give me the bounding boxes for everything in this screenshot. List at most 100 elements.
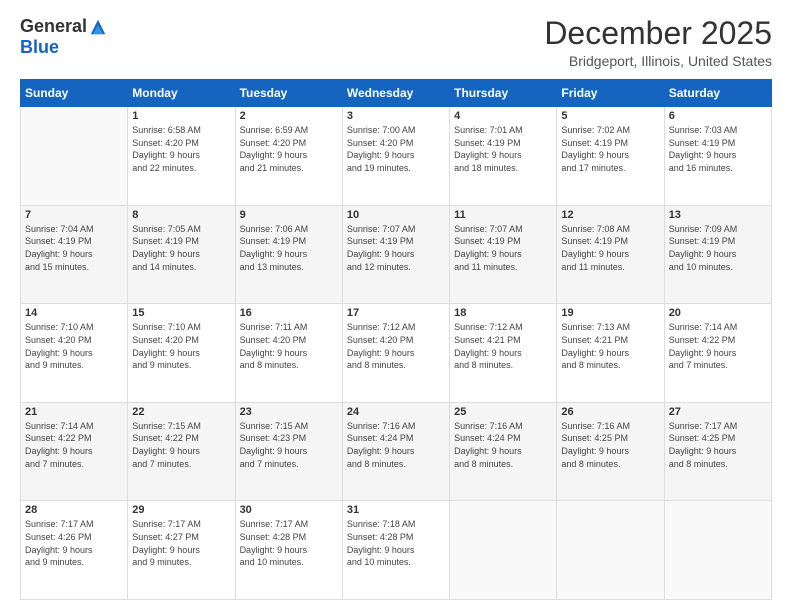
day-number: 17 <box>347 307 445 319</box>
day-number: 6 <box>669 110 767 122</box>
calendar-cell: 20 Sunrise: 7:14 AM Sunset: 4:22 PM Dayli… <box>664 304 771 403</box>
calendar-cell: 27 Sunrise: 7:17 AM Sunset: 4:25 PM Dayli… <box>664 402 771 501</box>
calendar-cell: 15Sunrise: 7:10 AM Sunset: 4:20 PM Dayli… <box>128 304 235 403</box>
calendar-cell: 13 Sunrise: 7:09 AM Sunset: 4:19 PM Dayli… <box>664 205 771 304</box>
day-number: 2 <box>240 110 338 122</box>
calendar-cell: 22Sunrise: 7:15 AM Sunset: 4:22 PM Dayli… <box>128 402 235 501</box>
calendar-cell <box>557 501 664 600</box>
day-info: Sunrise: 7:08 AM Sunset: 4:19 PM Dayligh… <box>561 223 659 273</box>
day-number: 29 <box>132 504 230 516</box>
day-number: 31 <box>347 504 445 516</box>
calendar-cell: 31 Sunrise: 7:18 AM Sunset: 4:28 PM Dayli… <box>342 501 449 600</box>
day-info: Sunrise: 7:12 AM Sunset: 4:21 PM Dayligh… <box>454 321 552 371</box>
main-title: December 2025 <box>544 16 772 51</box>
calendar-week-row: 21 Sunrise: 7:14 AM Sunset: 4:22 PM Dayli… <box>21 402 772 501</box>
calendar-cell: 21 Sunrise: 7:14 AM Sunset: 4:22 PM Dayli… <box>21 402 128 501</box>
calendar-cell: 5 Sunrise: 7:02 AM Sunset: 4:19 PM Daylig… <box>557 107 664 206</box>
calendar-header-thursday: Thursday <box>450 80 557 107</box>
calendar-header-wednesday: Wednesday <box>342 80 449 107</box>
day-number: 28 <box>25 504 123 516</box>
calendar-cell: 26 Sunrise: 7:16 AM Sunset: 4:25 PM Dayli… <box>557 402 664 501</box>
calendar-cell: 25Sunrise: 7:16 AM Sunset: 4:24 PM Dayli… <box>450 402 557 501</box>
day-number: 10 <box>347 209 445 221</box>
calendar-cell: 29 Sunrise: 7:17 AM Sunset: 4:27 PM Dayli… <box>128 501 235 600</box>
calendar-cell: 7 Sunrise: 7:04 AM Sunset: 4:19 PM Daylig… <box>21 205 128 304</box>
day-info: Sunrise: 6:58 AM Sunset: 4:20 PM Dayligh… <box>132 124 230 174</box>
day-info: Sunrise: 7:09 AM Sunset: 4:19 PM Dayligh… <box>669 223 767 273</box>
day-number: 13 <box>669 209 767 221</box>
day-number: 8 <box>132 209 230 221</box>
day-number: 4 <box>454 110 552 122</box>
day-number: 9 <box>240 209 338 221</box>
day-info: Sunrise: 7:14 AM Sunset: 4:22 PM Dayligh… <box>669 321 767 371</box>
calendar-cell: 2 Sunrise: 6:59 AM Sunset: 4:20 PM Daylig… <box>235 107 342 206</box>
calendar-header-tuesday: Tuesday <box>235 80 342 107</box>
day-number: 12 <box>561 209 659 221</box>
day-number: 3 <box>347 110 445 122</box>
calendar-header-row: SundayMondayTuesdayWednesdayThursdayFrid… <box>21 80 772 107</box>
calendar-cell: 6 Sunrise: 7:03 AM Sunset: 4:19 PM Daylig… <box>664 107 771 206</box>
calendar-cell: 12 Sunrise: 7:08 AM Sunset: 4:19 PM Dayli… <box>557 205 664 304</box>
day-number: 5 <box>561 110 659 122</box>
calendar-cell <box>664 501 771 600</box>
day-info: Sunrise: 7:03 AM Sunset: 4:19 PM Dayligh… <box>669 124 767 174</box>
day-info: Sunrise: 7:17 AM Sunset: 4:27 PM Dayligh… <box>132 518 230 568</box>
day-number: 20 <box>669 307 767 319</box>
calendar-cell: 19 Sunrise: 7:13 AM Sunset: 4:21 PM Dayli… <box>557 304 664 403</box>
day-number: 30 <box>240 504 338 516</box>
calendar-cell <box>450 501 557 600</box>
day-info: Sunrise: 7:15 AM Sunset: 4:22 PM Dayligh… <box>132 420 230 470</box>
page: General Blue December 2025 Bridgeport, I… <box>0 0 792 612</box>
day-info: Sunrise: 7:11 AM Sunset: 4:20 PM Dayligh… <box>240 321 338 371</box>
day-info: Sunrise: 7:17 AM Sunset: 4:26 PM Dayligh… <box>25 518 123 568</box>
day-info: Sunrise: 6:59 AM Sunset: 4:20 PM Dayligh… <box>240 124 338 174</box>
logo-blue-text: Blue <box>20 37 59 58</box>
day-info: Sunrise: 7:13 AM Sunset: 4:21 PM Dayligh… <box>561 321 659 371</box>
logo-icon <box>89 18 107 36</box>
day-number: 19 <box>561 307 659 319</box>
calendar-header-monday: Monday <box>128 80 235 107</box>
day-number: 16 <box>240 307 338 319</box>
calendar-cell: 10Sunrise: 7:07 AM Sunset: 4:19 PM Dayli… <box>342 205 449 304</box>
day-number: 11 <box>454 209 552 221</box>
day-info: Sunrise: 7:00 AM Sunset: 4:20 PM Dayligh… <box>347 124 445 174</box>
calendar-week-row: 28 Sunrise: 7:17 AM Sunset: 4:26 PM Dayli… <box>21 501 772 600</box>
calendar-cell: 24Sunrise: 7:16 AM Sunset: 4:24 PM Dayli… <box>342 402 449 501</box>
day-number: 21 <box>25 406 123 418</box>
calendar-cell: 16 Sunrise: 7:11 AM Sunset: 4:20 PM Dayli… <box>235 304 342 403</box>
day-info: Sunrise: 7:02 AM Sunset: 4:19 PM Dayligh… <box>561 124 659 174</box>
day-number: 15 <box>132 307 230 319</box>
day-number: 27 <box>669 406 767 418</box>
calendar-week-row: 7 Sunrise: 7:04 AM Sunset: 4:19 PM Daylig… <box>21 205 772 304</box>
day-number: 7 <box>25 209 123 221</box>
day-info: Sunrise: 7:04 AM Sunset: 4:19 PM Dayligh… <box>25 223 123 273</box>
day-number: 26 <box>561 406 659 418</box>
calendar-week-row: 1 Sunrise: 6:58 AM Sunset: 4:20 PM Daylig… <box>21 107 772 206</box>
title-block: December 2025 Bridgeport, Illinois, Unit… <box>544 16 772 69</box>
day-info: Sunrise: 7:14 AM Sunset: 4:22 PM Dayligh… <box>25 420 123 470</box>
calendar-cell: 8 Sunrise: 7:05 AM Sunset: 4:19 PM Daylig… <box>128 205 235 304</box>
calendar-header-sunday: Sunday <box>21 80 128 107</box>
day-number: 1 <box>132 110 230 122</box>
day-info: Sunrise: 7:05 AM Sunset: 4:19 PM Dayligh… <box>132 223 230 273</box>
logo: General Blue <box>20 16 107 58</box>
day-number: 25 <box>454 406 552 418</box>
calendar-week-row: 14 Sunrise: 7:10 AM Sunset: 4:20 PM Dayli… <box>21 304 772 403</box>
day-info: Sunrise: 7:10 AM Sunset: 4:20 PM Dayligh… <box>25 321 123 371</box>
day-info: Sunrise: 7:17 AM Sunset: 4:25 PM Dayligh… <box>669 420 767 470</box>
day-info: Sunrise: 7:17 AM Sunset: 4:28 PM Dayligh… <box>240 518 338 568</box>
day-info: Sunrise: 7:07 AM Sunset: 4:19 PM Dayligh… <box>454 223 552 273</box>
day-info: Sunrise: 7:06 AM Sunset: 4:19 PM Dayligh… <box>240 223 338 273</box>
day-number: 14 <box>25 307 123 319</box>
header: General Blue December 2025 Bridgeport, I… <box>20 16 772 69</box>
day-number: 23 <box>240 406 338 418</box>
calendar-cell: 28 Sunrise: 7:17 AM Sunset: 4:26 PM Dayli… <box>21 501 128 600</box>
calendar-cell: 30 Sunrise: 7:17 AM Sunset: 4:28 PM Dayli… <box>235 501 342 600</box>
day-info: Sunrise: 7:18 AM Sunset: 4:28 PM Dayligh… <box>347 518 445 568</box>
logo-text: General <box>20 16 107 37</box>
day-info: Sunrise: 7:01 AM Sunset: 4:19 PM Dayligh… <box>454 124 552 174</box>
day-info: Sunrise: 7:16 AM Sunset: 4:25 PM Dayligh… <box>561 420 659 470</box>
day-number: 24 <box>347 406 445 418</box>
logo-general: General <box>20 16 87 37</box>
calendar-cell: 11 Sunrise: 7:07 AM Sunset: 4:19 PM Dayli… <box>450 205 557 304</box>
